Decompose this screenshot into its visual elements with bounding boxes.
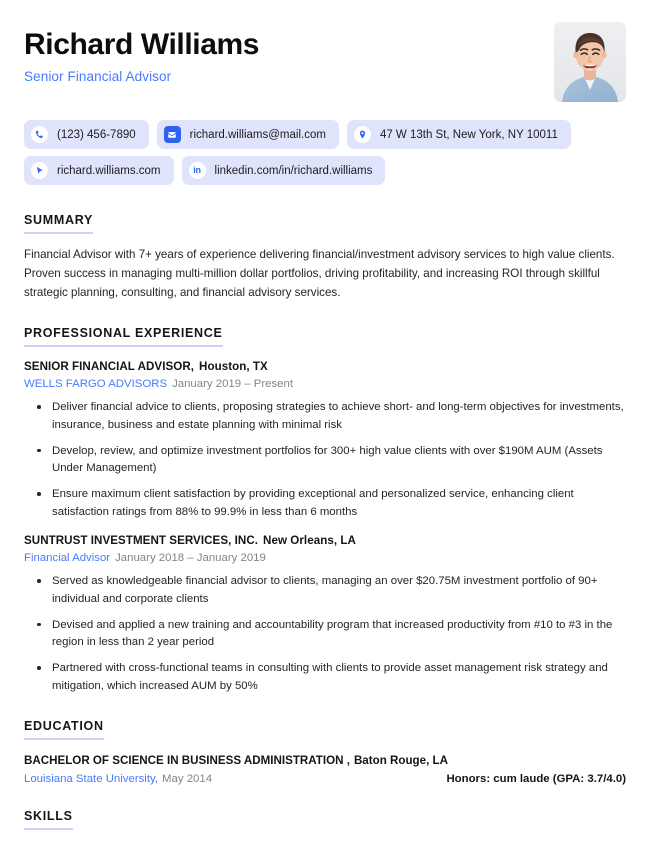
job-meta-line: WELLS FARGO ADVISORS January 2019 – Prese…: [24, 378, 626, 390]
linkedin-glyph: in: [193, 165, 201, 175]
job-meta-line: Financial Advisor January 2018 – January …: [24, 552, 626, 564]
job-role-title: SUNTRUST INVESTMENT SERVICES, INC.: [24, 534, 259, 548]
education-detail-line: Louisiana State University, May 2014 Hono…: [24, 773, 626, 785]
contact-address-value: 47 W 13th St, New York, NY 10011: [379, 128, 558, 141]
summary-text: Financial Advisor with 7+ years of exper…: [24, 248, 615, 299]
education-school: Louisiana State University,: [24, 773, 159, 786]
education-entry: BACHELOR OF SCIENCE IN BUSINESS ADMINIST…: [24, 754, 626, 785]
job-title-subtitle: Senior Financial Advisor: [24, 68, 172, 84]
list-item: Develop, review, and optimize investment…: [24, 443, 626, 478]
section-experience: PROFESSIONAL EXPERIENCE SENIOR FINANCIAL…: [24, 324, 626, 695]
job-role-line: SENIOR FINANCIAL ADVISOR, Houston, TX: [24, 360, 626, 373]
section-education: EDUCATION BACHELOR OF SCIENCE IN BUSINES…: [24, 717, 626, 785]
job-role-line: SUNTRUST INVESTMENT SERVICES, INC. New Or…: [24, 534, 626, 547]
phone-icon: [31, 126, 48, 143]
section-divider: [24, 828, 73, 831]
job-bullet-list: Served as knowledgeable financial adviso…: [24, 573, 626, 695]
contact-website[interactable]: richard.williams.com: [24, 156, 174, 185]
education-date: May 2014: [162, 773, 213, 786]
contact-linkedin[interactable]: in linkedin.com/in/richard.williams: [181, 156, 386, 185]
avatar: [554, 22, 626, 102]
education-location: Baton Rouge, LA: [353, 754, 448, 768]
section-summary: SUMMARY Financial Advisor with 7+ years …: [24, 211, 626, 302]
job-dates: January 2018 – January 2019: [115, 552, 266, 565]
list-item: Ensure maximum client satisfaction by pr…: [24, 486, 626, 521]
job-location: New Orleans, LA: [263, 534, 356, 548]
section-divider: [24, 345, 223, 348]
job-bullet-list: Deliver financial advice to clients, pro…: [24, 399, 626, 521]
summary-heading-group: SUMMARY: [24, 213, 94, 234]
cursor-arrow-icon: [31, 162, 48, 179]
resume-header: Richard Williams Senior Financial Adviso…: [24, 22, 626, 102]
experience-heading-group: PROFESSIONAL EXPERIENCE: [24, 326, 223, 348]
contact-row-2: richard.williams.com in linkedin.com/in/…: [24, 156, 626, 185]
education-heading-group: EDUCATION: [24, 719, 104, 741]
list-item: Devised and applied a new training and a…: [24, 617, 626, 652]
experience-entry: SENIOR FINANCIAL ADVISOR, Houston, TX WEL…: [24, 360, 626, 521]
email-icon: [163, 126, 181, 143]
job-dates: January 2019 – Present: [172, 378, 294, 391]
contact-phone-value: (123) 456-7890: [57, 128, 136, 141]
contact-linkedin-value: linkedin.com/in/richard.williams: [214, 164, 373, 177]
list-item: Served as knowledgeable financial adviso…: [24, 573, 626, 608]
header-text-block: Richard Williams Senior Financial Adviso…: [24, 22, 554, 84]
experience-entry: SUNTRUST INVESTMENT SERVICES, INC. New Or…: [24, 534, 626, 695]
section-title-experience: PROFESSIONAL EXPERIENCE: [24, 326, 223, 341]
linkedin-icon: in: [188, 162, 206, 179]
section-title-skills: SKILLS: [24, 809, 73, 824]
section-divider: [24, 232, 94, 234]
resume-page: Richard Williams Senior Financial Adviso…: [0, 0, 650, 841]
education-degree-line: BACHELOR OF SCIENCE IN BUSINESS ADMINIST…: [24, 754, 626, 767]
contact-phone[interactable]: (123) 456-7890: [24, 120, 149, 149]
contact-email-value: richard.williams@mail.com: [189, 128, 326, 141]
job-company: WELLS FARGO ADVISORS: [24, 378, 168, 391]
page-title: Richard Williams: [24, 28, 260, 61]
contact-info: (123) 456-7890 richard.williams@mail.com: [24, 120, 626, 185]
profile-photo-illustration: [554, 22, 626, 102]
section-title-summary: SUMMARY: [24, 213, 94, 227]
section-title-education: EDUCATION: [24, 719, 104, 734]
education-degree: BACHELOR OF SCIENCE IN BUSINESS ADMINIST…: [24, 754, 350, 768]
skills-heading-group: SKILLS: [24, 809, 73, 831]
contact-website-value: richard.williams.com: [57, 164, 161, 177]
job-role-title: SENIOR FINANCIAL ADVISOR,: [24, 360, 195, 374]
job-location: Houston, TX: [199, 360, 268, 374]
job-company: Financial Advisor: [24, 552, 111, 565]
contact-email[interactable]: richard.williams@mail.com: [156, 120, 339, 149]
list-item: Deliver financial advice to clients, pro…: [24, 399, 626, 434]
list-item: Partnered with cross-functional teams in…: [24, 660, 626, 695]
contact-row-1: (123) 456-7890 richard.williams@mail.com: [24, 120, 626, 149]
location-pin-icon: [353, 126, 371, 143]
education-honors: Honors: cum laude (GPA: 3.7/4.0): [446, 773, 626, 786]
section-divider: [24, 738, 104, 741]
education-school-group: Louisiana State University, May 2014: [24, 773, 212, 785]
section-skills: SKILLS MS Office MS Project Salesforce, …: [24, 807, 626, 841]
contact-address[interactable]: 47 W 13th St, New York, NY 10011: [346, 120, 571, 149]
